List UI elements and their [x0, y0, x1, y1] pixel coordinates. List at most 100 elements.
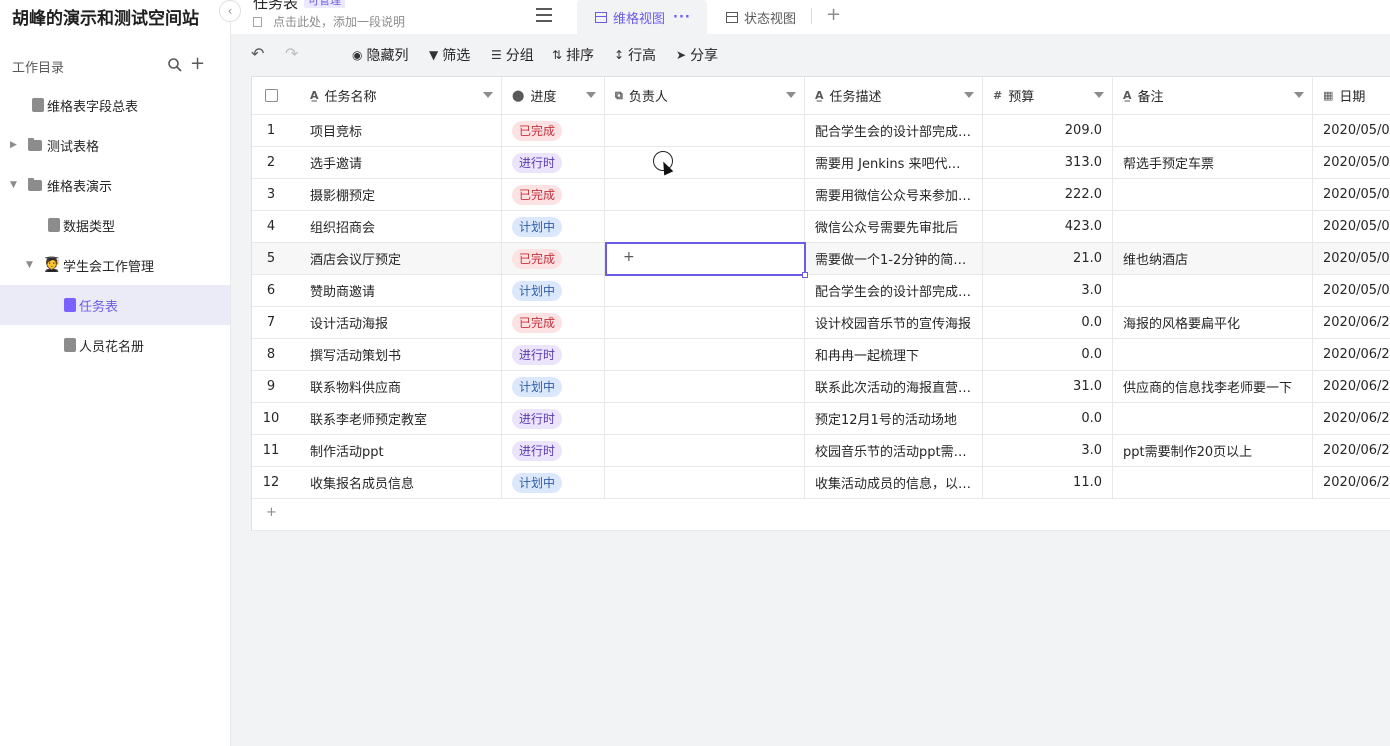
sidebar-item[interactable]: 维格表字段总表 — [0, 85, 230, 125]
select-all-checkbox[interactable] — [264, 89, 278, 102]
cell-desc[interactable]: 配合学生会的设计部完成… — [805, 275, 983, 306]
cell-date[interactable]: 2020/05/0 — [1313, 179, 1390, 210]
sidebar-item[interactable]: ▶ 测试表格 — [0, 125, 230, 165]
cell-task-name[interactable]: 选手邀请 — [300, 147, 502, 178]
cell-task-name[interactable]: 酒店会议厅预定 — [300, 243, 502, 274]
cell-desc[interactable]: 设计校园音乐节的宣传海报 — [805, 307, 983, 338]
cell-task-name[interactable]: 组织招商会 — [300, 211, 502, 242]
undo-button[interactable]: ↶ — [251, 44, 264, 63]
cell-task-name[interactable]: 项目竞标 — [300, 115, 502, 146]
cell-owner[interactable] — [605, 115, 805, 146]
cell-owner[interactable] — [605, 403, 805, 434]
caret-right-icon[interactable]: ▶ — [10, 140, 17, 150]
cell-note[interactable] — [1113, 467, 1313, 498]
description-field[interactable]: 点击此处，添加一段说明 — [253, 13, 405, 30]
cell-date[interactable]: 2020/06/2 — [1313, 435, 1390, 466]
cell-owner[interactable] — [605, 339, 805, 370]
cell-task-name[interactable]: 撰写活动策划书 — [300, 339, 502, 370]
menu-icon[interactable] — [536, 8, 552, 22]
filter-button[interactable]: ▼ 筛选 — [429, 46, 470, 64]
row-height-button[interactable]: ↕ 行高 — [614, 46, 656, 64]
cell-progress[interactable]: 计划中 — [502, 275, 605, 306]
cell-date[interactable]: 2020/05/0 — [1313, 147, 1390, 178]
cell-progress[interactable]: 已完成 — [502, 243, 605, 274]
cell-budget[interactable]: 0.0 — [983, 403, 1113, 434]
cell-owner[interactable] — [605, 467, 805, 498]
cell-date[interactable]: 2020/05/0 — [1313, 275, 1390, 306]
cell-task-name[interactable]: 联系李老师预定教室 — [300, 403, 502, 434]
cell-budget[interactable]: 222.0 — [983, 179, 1113, 210]
cell-budget[interactable]: 11.0 — [983, 467, 1113, 498]
selected-owner-cell[interactable]: + — [605, 242, 808, 278]
cell-task-name[interactable]: 设计活动海报 — [300, 307, 502, 338]
cell-owner[interactable] — [605, 211, 805, 242]
cell-date[interactable]: 2020/06/2 — [1313, 403, 1390, 434]
row-index[interactable]: 7 — [252, 307, 290, 338]
column-header-desc[interactable]: A̲ 任务描述 — [805, 77, 983, 114]
cell-task-name[interactable]: 赞助商邀请 — [300, 275, 502, 306]
table-row[interactable]: 6 赞助商邀请 计划中 配合学生会的设计部完成… 3.0 2020/05/0 — [252, 275, 1390, 307]
cell-owner[interactable] — [605, 435, 805, 466]
cell-progress[interactable]: 已完成 — [502, 307, 605, 338]
sidebar-item[interactable]: ▼ 维格表演示 — [0, 165, 230, 205]
row-index[interactable]: 6 — [252, 275, 290, 306]
cell-budget[interactable]: 209.0 — [983, 115, 1113, 146]
add-owner-icon[interactable]: + — [623, 249, 635, 265]
cell-progress[interactable]: 计划中 — [502, 467, 605, 498]
group-button[interactable]: ☰ 分组 — [491, 46, 534, 64]
sidebar-item[interactable]: 数据类型 — [0, 205, 230, 245]
cell-budget[interactable]: 423.0 — [983, 211, 1113, 242]
cell-desc[interactable]: 需要做一个1-2分钟的简… — [805, 243, 983, 274]
cell-date[interactable]: 2020/05/0 — [1313, 115, 1390, 146]
cell-note[interactable]: 供应商的信息找李老师要一下 — [1113, 371, 1313, 402]
share-button[interactable]: ➤ 分享 — [676, 46, 718, 64]
cell-desc[interactable]: 和冉冉一起梳理下 — [805, 339, 983, 370]
sidebar-item[interactable]: 人员花名册 — [0, 325, 230, 365]
space-title[interactable]: 胡峰的演示和测试空间站 — [12, 4, 199, 29]
row-index[interactable]: 12 — [252, 467, 290, 498]
cell-budget[interactable]: 0.0 — [983, 339, 1113, 370]
tab-grid-view[interactable]: 维格视图 ··· — [577, 0, 707, 34]
cell-note[interactable] — [1113, 403, 1313, 434]
column-header-progress[interactable]: ⬤ 进度 — [502, 77, 605, 114]
select-all-cell[interactable] — [252, 77, 290, 114]
column-header-owner[interactable]: ⧉ 负责人 — [605, 77, 805, 114]
cell-desc[interactable]: 收集活动成员的信息，以… — [805, 467, 983, 498]
chevron-down-icon[interactable] — [1294, 92, 1304, 98]
table-row[interactable]: 4 组织招商会 计划中 微信公众号需要先审批后 423.0 2020/05/0 — [252, 211, 1390, 243]
cell-desc[interactable]: 联系此次活动的海报直营… — [805, 371, 983, 402]
row-index[interactable]: 9 — [252, 371, 290, 402]
cell-date[interactable]: 2020/06/2 — [1313, 467, 1390, 498]
add-node-icon[interactable]: + — [190, 55, 205, 73]
add-row-button[interactable]: + — [252, 499, 1390, 531]
cell-desc[interactable]: 需要用 Jenkins 来吧代码… — [805, 147, 983, 178]
column-header-note[interactable]: A̲ 备注 — [1113, 77, 1313, 114]
cell-progress[interactable]: 进行时 — [502, 403, 605, 434]
cell-desc[interactable]: 配合学生会的设计部完成… — [805, 115, 983, 146]
cell-desc[interactable]: 预定12月1号的活动场地 — [805, 403, 983, 434]
cell-note[interactable]: 维也纳酒店 — [1113, 243, 1313, 274]
cell-progress[interactable]: 进行时 — [502, 435, 605, 466]
chevron-down-icon[interactable] — [1094, 92, 1104, 98]
table-row[interactable]: 2 选手邀请 进行时 需要用 Jenkins 来吧代码… 313.0 帮选手预定车票 202… — [252, 147, 1390, 179]
table-row[interactable]: 7 设计活动海报 已完成 设计校园音乐节的宣传海报 0.0 海报的风格要扁平化 2020/0… — [252, 307, 1390, 339]
row-index[interactable]: 10 — [252, 403, 290, 434]
chevron-down-icon[interactable] — [586, 92, 596, 98]
cell-note[interactable] — [1113, 339, 1313, 370]
cell-note[interactable]: ppt需要制作20页以上 — [1113, 435, 1313, 466]
chevron-down-icon[interactable] — [964, 92, 974, 98]
table-row[interactable]: 12 收集报名成员信息 计划中 收集活动成员的信息，以… 11.0 2020/06/2 — [252, 467, 1390, 499]
redo-button[interactable]: ↷ — [285, 44, 298, 63]
cell-date[interactable]: 2020/06/2 — [1313, 307, 1390, 338]
column-header-name[interactable]: A̲ 任务名称 — [300, 77, 502, 114]
chevron-down-icon[interactable] — [483, 92, 493, 98]
row-index[interactable]: 4 — [252, 211, 290, 242]
cell-task-name[interactable]: 收集报名成员信息 — [300, 467, 502, 498]
table-row[interactable]: 5 酒店会议厅预定 已完成 需要做一个1-2分钟的简… 21.0 维也纳酒店 2020/05… — [252, 243, 1390, 275]
tab-status-view[interactable]: 状态视图 — [726, 0, 796, 34]
table-row[interactable]: 1 项目竞标 已完成 配合学生会的设计部完成… 209.0 2020/05/0 — [252, 115, 1390, 147]
cell-note[interactable]: 海报的风格要扁平化 — [1113, 307, 1313, 338]
row-index[interactable]: 1 — [252, 115, 290, 146]
cell-task-name[interactable]: 摄影棚预定 — [300, 179, 502, 210]
table-row[interactable]: 11 制作活动ppt 进行时 校园音乐节的活动ppt需… 3.0 ppt需要制作20页以上… — [252, 435, 1390, 467]
